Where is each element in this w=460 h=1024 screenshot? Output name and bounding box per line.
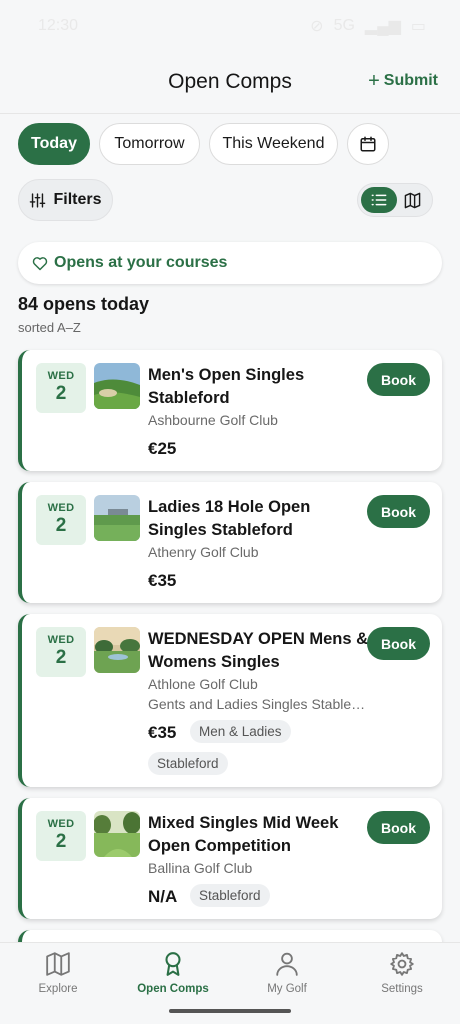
- battery-icon: ▭: [410, 18, 426, 35]
- chip-this-weekend[interactable]: This Weekend: [209, 123, 338, 165]
- opens-banner-label: Opens at your courses: [54, 254, 228, 271]
- club-name: Athlone Golf Club: [148, 676, 258, 692]
- tab-label: Settings: [381, 983, 423, 995]
- submit-label: Submit: [383, 72, 438, 89]
- network-label: 5G: [333, 17, 355, 34]
- book-button[interactable]: Book: [367, 811, 430, 844]
- mute-icon: ⊘: [310, 18, 324, 35]
- competition-description: Gents and Ladies Singles Stablef…: [148, 696, 366, 712]
- tag-format: Stableford: [148, 752, 228, 775]
- status-bar: 12:30 ⊘ 5G ▂▄▆ ▭: [0, 0, 460, 52]
- date-badge: WED 2: [36, 811, 86, 861]
- competition-title-line: Stableford: [148, 388, 230, 407]
- competition-title-line: Womens Singles: [148, 652, 280, 671]
- course-thumbnail: [94, 627, 140, 673]
- status-icons: ⊘ 5G ▂▄▆ ▭: [310, 16, 426, 36]
- award-icon: [165, 952, 181, 976]
- entry-price: €25: [148, 439, 177, 458]
- tab-label: My Golf: [267, 983, 307, 995]
- date-badge: WED 2: [36, 363, 86, 413]
- date-day: 2: [55, 647, 67, 668]
- calendar-icon: [360, 136, 376, 152]
- person-icon: [276, 952, 298, 976]
- date-day: 2: [55, 383, 67, 404]
- plus-icon: +: [368, 70, 380, 92]
- status-time: 12:30: [38, 17, 79, 34]
- course-thumbnail: [94, 495, 140, 541]
- chip-today[interactable]: Today: [18, 123, 90, 165]
- club-name: Ballina Golf Club: [148, 860, 253, 876]
- home-indicator[interactable]: [169, 1009, 291, 1013]
- entry-price: N/A: [148, 887, 178, 906]
- date-weekday: WED: [47, 502, 75, 514]
- competition-title: Mixed Singles Mid Week Open Competition: [148, 812, 366, 857]
- competition-title: WEDNESDAY OPEN Mens & Womens Singles: [148, 628, 370, 673]
- book-button[interactable]: Book: [367, 495, 430, 528]
- date-badge: WED 2: [36, 495, 86, 545]
- date-weekday: WED: [47, 634, 75, 646]
- club-name: Athenry Golf Club: [148, 544, 259, 560]
- filters-button[interactable]: Filters: [18, 179, 113, 221]
- tab-settings[interactable]: Settings: [357, 951, 447, 995]
- list-icon: [371, 194, 387, 206]
- book-button[interactable]: Book: [367, 627, 430, 660]
- heart-icon: [32, 256, 48, 270]
- competition-title-line: Singles Stableford: [148, 520, 293, 539]
- opens-at-your-courses-button[interactable]: Opens at your courses: [18, 242, 442, 284]
- sort-order: sorted A–Z: [18, 320, 81, 335]
- course-thumbnail: [94, 811, 140, 857]
- competition-title-line: Mixed Singles Mid Week: [148, 814, 339, 832]
- competition-card[interactable]: WED 2 WEDNESDAY OPEN Mens & Womens Singl…: [18, 614, 442, 787]
- date-day: 2: [55, 515, 67, 536]
- gear-icon: [390, 952, 414, 976]
- course-thumbnail: [94, 363, 140, 409]
- submit-button[interactable]: + Submit: [368, 70, 438, 92]
- tab-explore[interactable]: Explore: [13, 951, 103, 995]
- date-weekday: WED: [47, 818, 75, 830]
- entry-price: €35: [148, 723, 177, 742]
- app-header: Open Comps + Submit: [0, 52, 460, 114]
- date-weekday: WED: [47, 370, 75, 382]
- tab-label: Explore: [38, 983, 78, 995]
- competition-title-line: Open Competition: [148, 836, 291, 855]
- sliders-icon: [30, 192, 46, 208]
- map-icon: [404, 192, 420, 208]
- map-icon: [46, 952, 70, 976]
- tag-gender: Men & Ladies: [190, 720, 291, 743]
- view-toggle: [357, 183, 433, 217]
- tab-label: Open Comps: [137, 983, 209, 995]
- results-count: 84 opens today: [18, 294, 150, 314]
- competition-title: Men's Open Singles Stableford: [148, 364, 366, 409]
- entry-price: €35: [148, 571, 177, 590]
- tab-my-golf[interactable]: My Golf: [242, 951, 332, 995]
- competition-title-line: Men's Open Singles: [148, 366, 305, 384]
- club-name: Ashbourne Golf Club: [148, 412, 278, 428]
- competition-title-line: WEDNESDAY OPEN Mens &: [148, 630, 369, 648]
- tag-format: Stableford: [190, 884, 270, 907]
- tab-open-comps[interactable]: Open Comps: [128, 951, 218, 995]
- competition-card[interactable]: WED 2 Mixed Singles Mid Week Open Compet…: [18, 798, 442, 919]
- date-day: 2: [55, 831, 67, 852]
- book-button[interactable]: Book: [367, 363, 430, 396]
- filters-label: Filters: [53, 191, 102, 208]
- calendar-button[interactable]: [347, 123, 389, 165]
- date-badge: WED 2: [36, 627, 86, 677]
- signal-icon: ▂▄▆: [364, 18, 401, 35]
- competition-card[interactable]: WED 2 Ladies 18 Hole Open Singles Stable…: [18, 482, 442, 603]
- competition-title-line: Ladies 18 Hole Open: [148, 498, 311, 516]
- map-view-button[interactable]: [398, 187, 426, 213]
- competition-card[interactable]: WED 2 Men's Open Singles Stableford Ashb…: [18, 350, 442, 471]
- chip-tomorrow[interactable]: Tomorrow: [99, 123, 200, 165]
- competition-title: Ladies 18 Hole Open Singles Stableford: [148, 496, 366, 541]
- list-view-button[interactable]: [361, 187, 397, 213]
